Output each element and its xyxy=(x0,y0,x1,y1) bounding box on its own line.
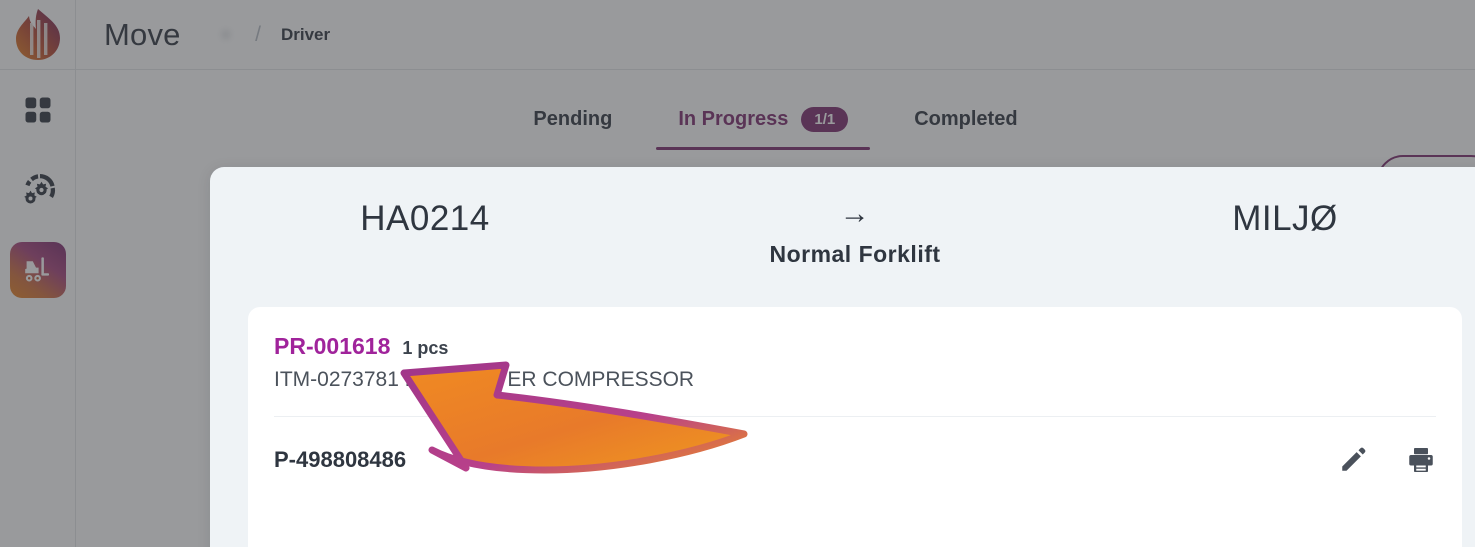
sidebar-item-dashboard[interactable] xyxy=(0,70,76,150)
tab-completed-label: Completed xyxy=(914,107,1018,130)
task-card-header: HA0214 → Normal Forklift MILJØ xyxy=(210,167,1475,307)
transport-mode-label: Normal Forklift xyxy=(769,241,941,267)
breadcrumb-current: Driver xyxy=(280,24,331,44)
driver-move-app: Move ▾ / Driver Pending In Progress 1/1 … xyxy=(0,0,1475,547)
tab-pending[interactable]: Pending xyxy=(511,88,634,150)
chevron-down-icon[interactable]: ▾ xyxy=(223,27,230,43)
forklift-icon xyxy=(22,255,54,285)
pallet-row-actions xyxy=(1338,445,1436,475)
tab-in-progress[interactable]: In Progress 1/1 xyxy=(656,88,871,150)
breadcrumb-separator: / xyxy=(255,22,261,46)
pallet-id: P-498808486 xyxy=(274,447,407,472)
status-tabs: Pending In Progress 1/1 Completed xyxy=(76,71,1475,150)
tab-pending-label: Pending xyxy=(533,107,613,130)
dashboard-tile xyxy=(10,82,66,138)
app-logo[interactable] xyxy=(0,0,75,70)
route-middle: → Normal Forklift xyxy=(640,199,1070,268)
task-card[interactable]: HA0214 → Normal Forklift MILJØ PR-001618… xyxy=(210,167,1475,547)
tab-completed[interactable]: Completed xyxy=(892,88,1039,150)
driver-tile-active xyxy=(10,242,66,298)
pr-code-link[interactable]: PR-001618 xyxy=(274,333,390,360)
item-description: ITM-0273781 RING OUTER COMPRESSOR xyxy=(274,368,695,391)
sidebar-item-driver[interactable] xyxy=(0,230,76,310)
page-title: Move xyxy=(104,16,181,52)
sidebar-item-settings[interactable] xyxy=(0,150,76,230)
top-header: Move ▾ / Driver xyxy=(76,0,1475,70)
dashboard-grid-icon xyxy=(23,95,53,125)
tab-in-progress-label: In Progress xyxy=(678,107,789,130)
settings-tile xyxy=(10,162,66,218)
printer-icon[interactable] xyxy=(1406,445,1436,475)
pr-quantity: 1 pcs xyxy=(402,338,449,358)
route-origin: HA0214 xyxy=(360,199,490,238)
task-line-item[interactable]: PR-001618 1 pcs ITM-0273781 RING OUTER C… xyxy=(274,307,1436,417)
sidebar xyxy=(0,0,76,547)
route-destination: MILJØ xyxy=(1232,199,1338,238)
flame-logo-icon xyxy=(12,7,64,63)
pallet-row: P-498808486 xyxy=(274,417,1436,475)
task-line-header: PR-001618 1 pcs xyxy=(274,333,1436,360)
task-card-body: PR-001618 1 pcs ITM-0273781 RING OUTER C… xyxy=(248,307,1462,547)
gears-settings-icon xyxy=(16,168,60,212)
tab-in-progress-badge: 1/1 xyxy=(801,106,849,132)
pencil-edit-icon[interactable] xyxy=(1338,445,1368,475)
arrow-right-icon: → xyxy=(839,197,871,230)
